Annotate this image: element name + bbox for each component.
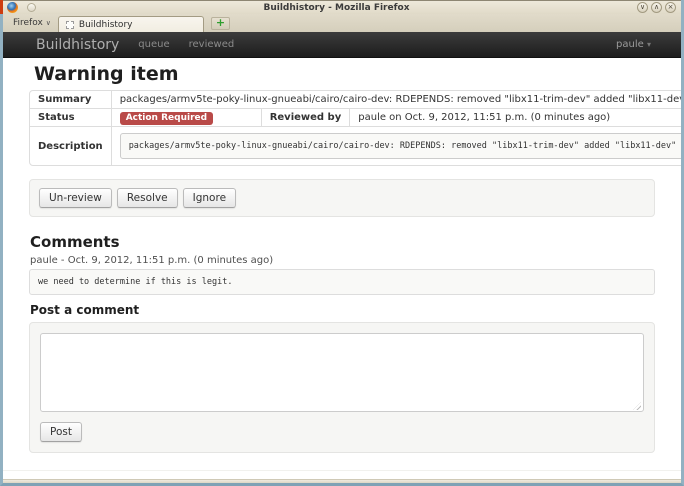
screen: Buildhistory - Mozilla Firefox ∨ ∧ × Fir… <box>0 0 684 486</box>
close-icon: × <box>668 3 674 11</box>
desktop-corner <box>0 0 3 14</box>
caret-down-icon: ▾ <box>647 40 651 49</box>
app-brand[interactable]: Buildhistory <box>36 37 119 53</box>
window-bottom-edge <box>3 479 681 483</box>
firefox-menu-button[interactable]: Firefox∨ <box>13 18 51 28</box>
actions-toolbar: Un-review Resolve Ignore <box>29 179 655 217</box>
user-name: paule <box>616 39 644 50</box>
description-value: packages/armv5te-poky-linux-gnueabi/cair… <box>120 133 681 159</box>
nav-link-reviewed[interactable]: reviewed <box>189 39 235 50</box>
description-row: Description packages/armv5te-poky-linux-… <box>30 126 681 165</box>
app-navbar: Buildhistory queue reviewed paule ▾ <box>3 32 681 58</box>
user-dropdown[interactable]: paule ▾ <box>616 39 651 50</box>
unreview-button[interactable]: Un-review <box>39 188 112 208</box>
resolve-button[interactable]: Resolve <box>117 188 178 208</box>
status-row: Status Action Required Reviewed by paule… <box>30 108 681 126</box>
comment-body: we need to determine if this is legit. <box>29 269 655 295</box>
summary-value: packages/armv5te-poky-linux-gnueabi/cair… <box>111 91 681 108</box>
maximize-button[interactable]: ∧ <box>651 2 662 13</box>
chevron-down-icon: ∨ <box>46 19 51 27</box>
nav-link-queue[interactable]: queue <box>138 39 169 50</box>
window-titlebar: Buildhistory - Mozilla Firefox ∨ ∧ × <box>3 0 681 14</box>
reviewed-by-label: Reviewed by <box>261 108 350 126</box>
browser-window: Buildhistory - Mozilla Firefox ∨ ∧ × Fir… <box>0 0 684 486</box>
close-button[interactable]: × <box>665 2 676 13</box>
window-title: Buildhistory - Mozilla Firefox <box>40 2 633 14</box>
window-menu-button[interactable] <box>27 3 36 12</box>
description-label: Description <box>30 126 111 165</box>
firefox-icon <box>7 2 18 13</box>
post-comment-panel: Post <box>29 322 655 453</box>
tab-label: Buildhistory <box>79 20 133 30</box>
warning-detail-table: Summary packages/armv5te-poky-linux-gnue… <box>29 90 681 166</box>
reviewed-by-value: paule on Oct. 9, 2012, 11:51 p.m. (0 min… <box>349 108 681 126</box>
page-title: Warning item <box>34 63 655 85</box>
firefox-menu-label: Firefox <box>13 18 43 28</box>
status-label: Status <box>30 108 111 126</box>
page-content: Warning item Summary packages/armv5te-po… <box>3 58 681 479</box>
ignore-button[interactable]: Ignore <box>183 188 236 208</box>
comments-heading: Comments <box>30 233 655 251</box>
comment-meta: paule - Oct. 9, 2012, 11:51 p.m. (0 minu… <box>30 255 655 266</box>
summary-row: Summary packages/armv5te-poky-linux-gnue… <box>30 91 681 108</box>
tab-buildhistory[interactable]: Buildhistory <box>58 16 204 32</box>
post-button[interactable]: Post <box>40 422 82 442</box>
plus-icon: + <box>216 16 225 29</box>
page-favicon-icon <box>66 21 74 29</box>
post-comment-heading: Post a comment <box>30 303 655 317</box>
comment-textarea[interactable] <box>40 333 644 412</box>
minimize-icon: ∨ <box>640 3 645 11</box>
tab-bar: Firefox∨ Buildhistory + <box>3 14 681 32</box>
status-badge: Action Required <box>120 112 213 125</box>
status-badge-cell: Action Required <box>111 108 261 126</box>
window-controls: ∨ ∧ × <box>637 2 676 13</box>
summary-label: Summary <box>30 91 111 108</box>
new-tab-button[interactable]: + <box>211 17 230 30</box>
maximize-icon: ∧ <box>654 3 659 11</box>
minimize-button[interactable]: ∨ <box>637 2 648 13</box>
